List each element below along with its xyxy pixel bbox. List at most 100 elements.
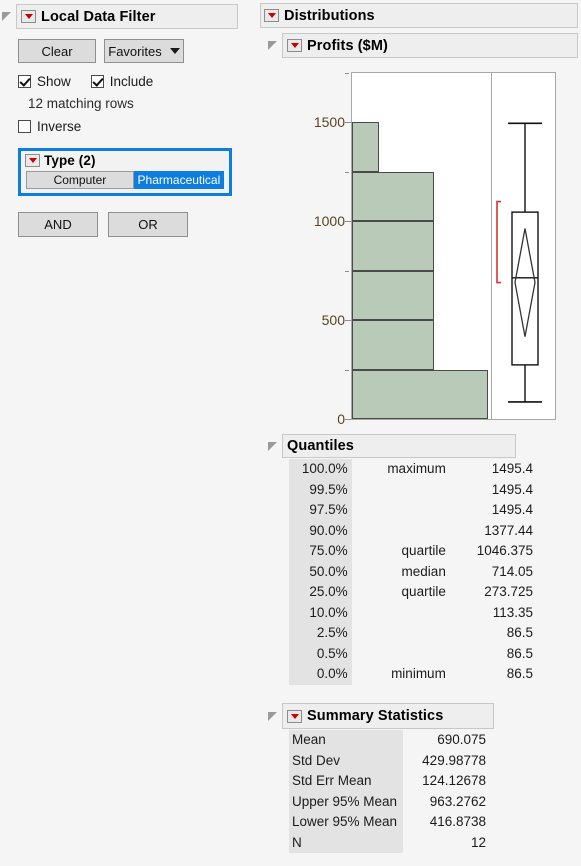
include-label: Include xyxy=(110,74,154,89)
quantile-value-cell: 1377.44 xyxy=(450,521,537,542)
quantile-name-cell: minimum xyxy=(352,664,450,685)
quantile-name-cell: maximum xyxy=(352,459,450,480)
quantile-name-cell xyxy=(352,521,450,542)
quantiles-table: 100.0%maximum1495.499.5%1495.497.5% 1495.… xyxy=(289,459,537,685)
disclosure-triangle-icon[interactable] xyxy=(268,41,277,50)
distribution-graph[interactable] xyxy=(351,72,556,420)
quantile-value-cell: 86.5 xyxy=(450,644,537,665)
distributions-title-bar: Distributions xyxy=(260,3,578,28)
inverse-label: Inverse xyxy=(37,119,81,134)
table-row: Upper 95% Mean963.2762 xyxy=(289,792,489,813)
favorites-button[interactable]: Favorites xyxy=(104,39,184,63)
quantile-name-cell xyxy=(352,603,450,624)
summary-value-cell: 416.8738 xyxy=(403,812,489,833)
summary-name-cell: Upper 95% Mean xyxy=(289,792,403,813)
histogram-bar[interactable] xyxy=(352,122,379,171)
show-checkbox[interactable] xyxy=(18,75,31,88)
local-data-filter-panel: Local Data Filter Clear Favorites Show I… xyxy=(0,0,249,866)
quantile-name-cell: quartile xyxy=(352,582,450,603)
disclosure-triangle-icon[interactable] xyxy=(2,12,11,21)
show-include-row: Show Include xyxy=(18,74,153,89)
histogram-bar[interactable] xyxy=(352,271,434,320)
local-data-filter-title-bar: Local Data Filter xyxy=(16,4,238,29)
red-triangle-menu-icon[interactable] xyxy=(25,154,40,167)
quantile-pct-cell: 75.0% xyxy=(289,541,352,562)
histogram-bar[interactable] xyxy=(352,172,434,221)
summary-value-cell: 124.12678 xyxy=(403,771,489,792)
clear-button[interactable]: Clear xyxy=(18,39,96,63)
y-axis-ticks xyxy=(255,72,351,420)
quantile-name-cell xyxy=(352,644,450,665)
table-row: 99.5%1495.4 xyxy=(289,480,537,501)
table-row: 0.5%86.5 xyxy=(289,644,537,665)
disclosure-triangle-icon[interactable] xyxy=(268,712,277,721)
quantile-pct-cell: 100.0% xyxy=(289,459,352,480)
table-row: Lower 95% Mean416.8738 xyxy=(289,812,489,833)
shortest-half-bracket xyxy=(497,202,501,283)
histogram-bar[interactable] xyxy=(352,320,434,369)
table-row: Mean690.075 xyxy=(289,730,489,751)
filter-value-computer[interactable]: Computer xyxy=(26,171,134,189)
quantile-name-cell xyxy=(352,480,450,501)
quantile-value-cell: 273.725 xyxy=(450,582,537,603)
quantile-value-cell: 714.05 xyxy=(450,562,537,583)
filter-column-type-box[interactable]: Type (2) Computer Pharmaceutical xyxy=(18,148,232,196)
distributions-title: Distributions xyxy=(284,8,375,24)
quantile-pct-cell: 10.0% xyxy=(289,603,352,624)
quantiles-title-bar: Quantiles xyxy=(282,434,516,458)
quantile-name-cell: median xyxy=(352,562,450,583)
y-axis-minor-tick xyxy=(345,271,349,272)
filter-column-header: Type (2) xyxy=(21,151,229,168)
red-triangle-menu-icon[interactable] xyxy=(287,39,302,52)
quantile-name-cell: quartile xyxy=(352,541,450,562)
table-row: 90.0%1377.44 xyxy=(289,521,537,542)
quantile-name-cell xyxy=(352,623,450,644)
table-row: 97.5% 1495.4 xyxy=(289,500,537,521)
red-triangle-menu-icon[interactable] xyxy=(21,10,36,23)
box-plot[interactable] xyxy=(493,73,557,419)
histogram-bar[interactable] xyxy=(352,221,434,270)
quantile-value-cell: 1046.375 xyxy=(450,541,537,562)
box-plot-svg xyxy=(493,73,557,419)
red-triangle-menu-icon[interactable] xyxy=(264,9,279,22)
summary-value-cell: 690.075 xyxy=(403,730,489,751)
histogram-bar[interactable] xyxy=(352,370,488,419)
or-button[interactable]: OR xyxy=(108,212,188,237)
chevron-down-icon xyxy=(170,48,180,54)
quantile-value-cell: 1495.4 xyxy=(450,480,537,501)
quantile-value-cell: 113.35 xyxy=(450,603,537,624)
quantile-value-cell: 1495.4 xyxy=(450,500,537,521)
quantile-pct-cell: 0.0% xyxy=(289,664,352,685)
local-data-filter-header: Local Data Filter xyxy=(2,4,238,29)
local-data-filter-title: Local Data Filter xyxy=(41,9,156,25)
profits-title-bar: Profits ($M) xyxy=(282,33,578,58)
distributions-header: Distributions xyxy=(260,3,578,28)
red-triangle-menu-icon[interactable] xyxy=(287,710,302,723)
histogram[interactable] xyxy=(352,73,492,419)
summary-name-cell: Std Dev xyxy=(289,751,403,772)
disclosure-triangle-icon[interactable] xyxy=(268,442,277,451)
quantile-pct-cell: 50.0% xyxy=(289,562,352,583)
matching-rows-status: 12 matching rows xyxy=(28,96,134,111)
show-label: Show xyxy=(37,74,71,89)
table-row: 100.0%maximum1495.4 xyxy=(289,459,537,480)
quantile-name-cell xyxy=(352,500,450,521)
filter-value-list: Computer Pharmaceutical xyxy=(26,171,224,189)
include-checkbox[interactable] xyxy=(91,75,104,88)
y-axis-minor-tick xyxy=(345,172,349,173)
table-row: 2.5%86.5 xyxy=(289,623,537,644)
y-axis-minor-tick xyxy=(345,370,349,371)
quantile-value-cell: 86.5 xyxy=(450,664,537,685)
quantile-value-cell: 1495.4 xyxy=(450,459,537,480)
and-button[interactable]: AND xyxy=(18,212,98,237)
table-row: Std Dev429.98778 xyxy=(289,751,489,772)
filter-value-pharmaceutical[interactable]: Pharmaceutical xyxy=(134,171,224,189)
quantile-pct-cell: 97.5% xyxy=(289,500,352,521)
summary-statistics-title: Summary Statistics xyxy=(307,708,443,724)
quantile-pct-cell: 25.0% xyxy=(289,582,352,603)
inverse-checkbox[interactable] xyxy=(18,120,31,133)
summary-value-cell: 963.2762 xyxy=(403,792,489,813)
filter-button-row: Clear Favorites xyxy=(18,39,184,63)
distributions-report-panel: Distributions Profits ($M) 050010001500 … xyxy=(255,0,581,866)
table-row: Std Err Mean124.12678 xyxy=(289,771,489,792)
